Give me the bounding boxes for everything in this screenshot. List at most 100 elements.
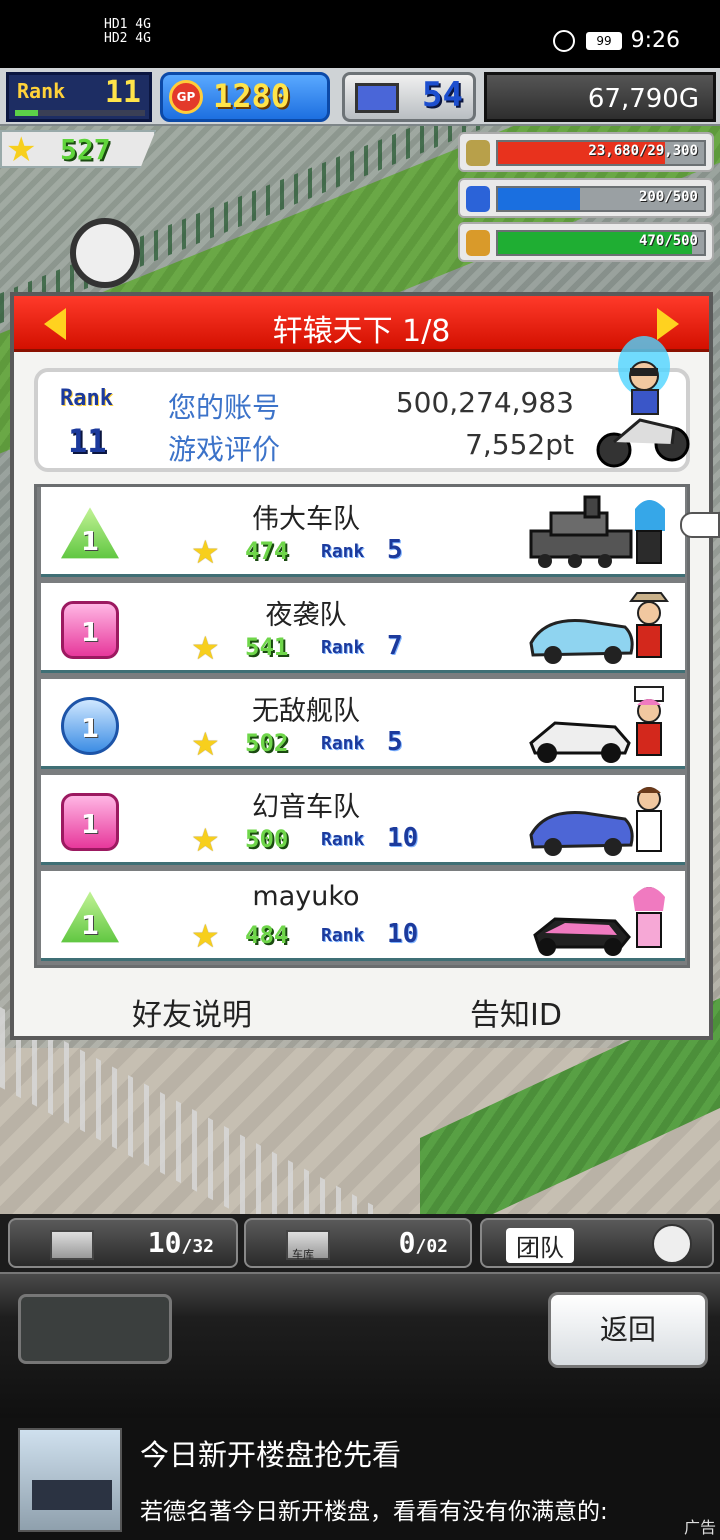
star-icon: ★ <box>191 533 220 571</box>
wheat-icon <box>466 230 490 256</box>
team-stats: ★ 541 Rank 7 <box>191 629 431 667</box>
game-rating-label: 游戏评价 <box>168 433 281 466</box>
status-bar: HD1 4G HD2 4G 99 9:26 <box>0 0 720 68</box>
tank-with-driver-sprite <box>529 495 665 568</box>
tab-items[interactable]: 10/32 <box>8 1218 238 1268</box>
gp-value: 1280 <box>213 77 291 115</box>
account-id-value: 500,274,983 <box>395 386 574 419</box>
rank-label: Rank <box>321 541 365 562</box>
convertible-with-driver-sprite <box>529 592 669 664</box>
meter-research: 470/500 <box>458 222 714 262</box>
star-icon: ★ <box>191 917 220 955</box>
rank-label: Rank <box>321 733 365 754</box>
team-tab-label: 团队 <box>506 1228 574 1263</box>
fuel-bottle-icon <box>466 186 490 212</box>
list-item[interactable]: 1 幻音车队 ★ 500 Rank 10 <box>41 775 685 865</box>
meter-funds: 23,680/29,300 <box>458 132 714 172</box>
star-icon: ★ <box>6 130 37 170</box>
badge-triangle-icon: 1 <box>61 507 119 559</box>
team-name: mayuko <box>252 881 360 912</box>
computer-icon <box>355 83 399 113</box>
rank-label: Rank <box>321 637 365 658</box>
list-item[interactable]: 1 无敌舰队 ★ 502 Rank 5 <box>41 679 685 769</box>
meter-fuel: 200/500 <box>458 178 714 218</box>
list-item[interactable]: 1 伟大车队 ★ 474 Rank 5 <box>41 487 685 577</box>
meter-text: 23,680/29,300 <box>588 143 698 159</box>
alarm-icon <box>553 30 575 52</box>
tab-garage[interactable]: 车库 0/02 <box>244 1218 472 1268</box>
bottom-panel: 返回 <box>0 1272 720 1418</box>
list-item[interactable]: 1 夜袭队 ★ 541 Rank 7 <box>41 583 685 673</box>
ad-title: 今日新开楼盘抢先看 <box>140 1438 402 1472</box>
team-name: 无敌舰队 <box>252 696 360 727</box>
rank-progress-fill <box>15 110 39 116</box>
blue-car-with-driver-sprite <box>529 787 662 856</box>
team-stats: ★ 500 Rank 10 <box>191 821 431 859</box>
friends-dialog: 轩辕天下 1/8 Rank 11 您的账号 500,274,983 游戏评价 7… <box>10 292 713 1040</box>
money-value: 67,790G <box>587 84 699 114</box>
gear-sign-icon <box>70 218 140 288</box>
kart-with-driver-sprite <box>533 887 665 956</box>
ad-body: 若德名著今日新开楼盘，看看有没有你满意的: <box>140 1499 608 1525</box>
star-icon: ★ <box>191 821 220 859</box>
star-value: 527 <box>60 133 111 166</box>
account-card: Rank 11 您的账号 500,274,983 游戏评价 7,552pt <box>34 336 690 472</box>
pc-counter[interactable]: 54 <box>342 72 476 122</box>
account-rank-label: Rank <box>60 386 113 411</box>
notify-id-button[interactable]: 告知ID <box>470 990 562 1034</box>
gp-coin-icon: GP <box>169 80 203 114</box>
meter-fill <box>498 188 581 210</box>
list-item[interactable]: 1 mayuko ★ 484 Rank 10 <box>41 871 685 961</box>
meter-text: 470/500 <box>638 233 698 249</box>
team-name: 幻音车队 <box>252 792 360 823</box>
badge-circle-icon: 1 <box>61 697 119 755</box>
rank-label: Rank <box>321 829 365 850</box>
rank-value: 11 <box>104 75 141 110</box>
team-score: 484 <box>245 921 289 949</box>
team-score: 541 <box>245 633 289 661</box>
team-stats: ★ 502 Rank 5 <box>191 725 431 763</box>
star-icon: ★ <box>191 725 220 763</box>
game-rating-value: 7,552pt <box>465 428 574 461</box>
rank-label: Rank <box>17 79 66 103</box>
account-id-label: 您的账号 <box>168 391 281 424</box>
top-hud: Rank 11 GP 1280 54 67,790G <box>0 68 720 126</box>
team-rank: 7 <box>387 631 403 661</box>
badge-square-icon: 1 <box>61 601 119 659</box>
gp-counter[interactable]: GP 1280 <box>160 72 330 122</box>
team-stats: ★ 474 Rank 5 <box>191 533 431 571</box>
ad-tag: 广告 <box>683 1518 716 1537</box>
team-rank: 10 <box>387 823 419 853</box>
coin-stack-icon <box>466 140 490 166</box>
team-rank: 10 <box>387 919 419 949</box>
team-score: 500 <box>245 825 289 853</box>
player-motorbike-avatar <box>596 336 690 468</box>
ad-thumbnail <box>18 1428 122 1532</box>
team-rank: 5 <box>387 727 403 757</box>
team-list: 1 伟大车队 ★ 474 Rank 5 1 夜袭队 ★ 541 Rank 7 1… <box>34 484 690 968</box>
tab-team[interactable]: 团队 <box>480 1218 714 1268</box>
money-counter: 67,790G <box>484 72 716 122</box>
ad-banner[interactable]: 今日新开楼盘抢先看 若德名著今日新开楼盘，看看有没有你满意的: 广告 <box>0 1418 720 1540</box>
crate-icon <box>50 1230 94 1260</box>
race-car-with-driver-sprite <box>529 686 664 763</box>
friend-info-button[interactable]: 好友说明 <box>132 990 252 1034</box>
rank-progress-bar <box>15 110 145 116</box>
player-rank[interactable]: Rank 11 <box>6 72 152 122</box>
team-name: 伟大车队 <box>252 504 360 535</box>
character-face-icon <box>652 1224 692 1264</box>
team-score: 474 <box>245 537 289 565</box>
star-icon: ★ <box>191 629 220 667</box>
rank-label: Rank <box>321 925 365 946</box>
star-counter: ★ 527 <box>0 130 156 168</box>
bottom-tabs: 10/32 车库 0/02 团队 <box>0 1214 720 1272</box>
pc-value: 54 <box>422 75 463 115</box>
back-button[interactable]: 返回 <box>548 1292 708 1368</box>
team-name: 夜袭队 <box>265 600 347 631</box>
team-stats: ★ 484 Rank 10 <box>191 917 431 955</box>
meter-text: 200/500 <box>638 189 698 205</box>
team-score: 502 <box>245 729 289 757</box>
badge-square-icon: 1 <box>61 793 119 851</box>
battery-icon: 99 <box>586 32 622 50</box>
account-rank-value: 11 <box>68 422 107 460</box>
